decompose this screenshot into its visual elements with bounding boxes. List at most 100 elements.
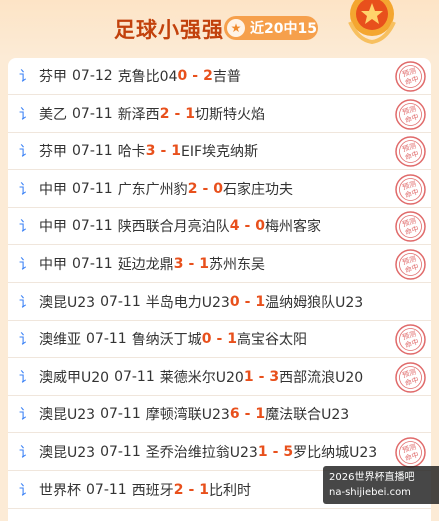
score-separator: - [160,143,167,160]
home-score: 0 [201,331,212,348]
match-row[interactable]: 讠芬甲 07-11 哈卡 3-1 EIF埃克纳斯 预测 命中 [8,133,431,171]
away-score: 1 [199,256,209,272]
score-separator: - [216,331,223,348]
prediction-hit-stamp: 预测命中 [395,136,426,167]
away-score: 1 [227,331,237,348]
header-bar: 足球小强强 ★ 近20中15 [0,0,439,58]
score-separator: - [244,218,251,235]
match-date: 07-11 [72,180,113,197]
home-team: 陕西联合月亮泊队 [117,219,230,236]
home-score: 3 [173,256,184,272]
league-name: 澳威甲U20 [39,369,110,386]
prediction-hit-stamp: 预测命中 [395,437,426,468]
home-score: 6 [229,406,240,423]
home-score: 2 [187,180,198,197]
prediction-hit-stamp: 预测命中 [395,362,426,393]
league-name: 澳昆U23 [39,407,96,424]
prediction-hit-stamp: 预测命中 [395,61,426,92]
home-score: 1 [243,368,254,385]
away-team: EIF埃克纳斯 [181,144,259,161]
score-separator: - [258,368,265,385]
home-team: 延边龙鼎 [117,257,174,273]
home-score: 3 [145,143,156,160]
chat-icon: 讠 [19,369,33,386]
chat-icon: 讠 [19,332,33,349]
away-team: 西部流浪U20 [279,369,364,386]
match-date: 07-11 [72,256,113,272]
match-date: 07-11 [72,143,113,160]
home-score: 1 [257,444,268,460]
away-score: 3 [269,368,280,385]
home-team: 哈卡 [117,144,146,161]
watermark-line1: 2026世界杯直播吧 [329,472,415,483]
match-row[interactable]: 讠中甲 07-11 广东广州豹 2-0 石家庄功夫 预测 命中 [8,171,431,208]
prediction-hit-stamp: 预测命中 [395,98,426,130]
score-separator: - [244,293,251,310]
chat-icon: 讠 [19,69,33,85]
home-score: 2 [173,481,184,498]
away-team: 石家庄功夫 [223,181,293,198]
match-row[interactable]: 讠中甲 07-11 延边龙鼎 3-1 苏州东吴 预测 命中 [8,246,431,283]
score-separator: - [188,256,195,272]
away-team: 温纳姆狼队U23 [265,294,364,311]
away-team: 魔法联合U23 [265,407,350,424]
away-score: 1 [255,406,266,423]
chat-icon: 讠 [19,407,33,424]
away-score: 2 [203,68,213,84]
away-score: 0 [213,180,223,197]
match-row[interactable]: 讠澳维亚 07-11 鲁纳沃丁城 0-1 高宝谷太阳 预测 命中 [8,321,431,359]
away-score: 1 [171,143,181,160]
match-date: 07-11 [72,218,113,235]
away-score: 5 [283,444,294,460]
league-name: 中甲 [39,219,67,236]
chat-icon: 讠 [19,181,33,198]
match-row[interactable]: 讠中甲 07-11 陕西联合月亮泊队 4-0 梅州客家 预测 命中 [8,208,431,246]
away-team: 吉普 [212,69,241,85]
hit-rate-badge: ★ 近20中15 [224,16,318,40]
home-score: 4 [229,218,240,235]
match-date: 07-11 [72,105,113,122]
match-row[interactable]: 讠芬甲 07-12 克鲁比04 0-2 吉普 预测 命中 [8,58,431,95]
away-team: 梅州客家 [265,219,321,236]
away-score: 0 [255,218,265,235]
league-name: 芬甲 [39,69,67,85]
match-date: 07-12 [72,68,113,84]
home-team: 广东广州豹 [117,181,188,198]
home-team: 鲁纳沃丁城 [131,332,202,349]
match-date: 07-11 [100,293,141,310]
match-list: 讠芬甲 07-12 克鲁比04 0-2 吉普 预测 命中讠美乙 07-11 新泽西 2-1 切斯特火… [8,58,431,521]
prediction-hit-stamp: 预测命中 [395,324,426,355]
chat-icon: 讠 [19,294,33,311]
star-icon: ★ [227,19,245,37]
league-name: 中甲 [39,257,67,273]
league-name: 世界杯 [39,482,81,499]
match-row[interactable]: 讠澳昆U23 07-11 半岛电力U23 0-1 温纳姆狼队U23 [8,284,431,321]
match-date: 07-11 [86,331,127,348]
match-row[interactable]: 讠美乙 07-11 新泽西 2-1 切斯特火焰 预测 命中 [8,96,431,133]
home-team: 圣乔治维拉翁U23 [145,445,258,461]
away-score: 1 [255,293,266,310]
chat-icon: 讠 [19,482,33,499]
prediction-hit-stamp: 预测命中 [395,174,426,205]
home-team: 摩顿湾联U23 [145,407,230,424]
league-name: 美乙 [39,106,67,123]
page-title: 足球小强强 [114,18,224,42]
match-row[interactable]: 讠澳昆U23 07-11 摩顿湾联U23 6-1 魔法联合U23 [8,396,431,434]
score-separator: - [244,406,251,423]
league-name: 澳维亚 [39,332,81,349]
home-team: 克鲁比04 [117,69,178,85]
score-separator: - [192,68,199,84]
home-team: 西班牙 [131,482,174,499]
league-name: 中甲 [39,181,67,198]
site-watermark: 2026世界杯直播吧 na-shijiebei.com [323,466,439,504]
home-team: 半岛电力U23 [145,294,230,311]
away-team: 比利时 [209,482,251,499]
score-separator: - [174,105,181,122]
match-row[interactable]: 讠澳威甲U20 07-11 莱德米尔U20 1-3 西部流浪U20 预测 命中 [8,359,431,396]
score-separator: - [188,481,195,498]
home-score: 0 [177,68,188,84]
away-score: 1 [185,105,195,122]
chat-icon: 讠 [19,106,33,123]
score-separator: - [202,180,209,197]
away-team: 切斯特火焰 [195,106,265,123]
